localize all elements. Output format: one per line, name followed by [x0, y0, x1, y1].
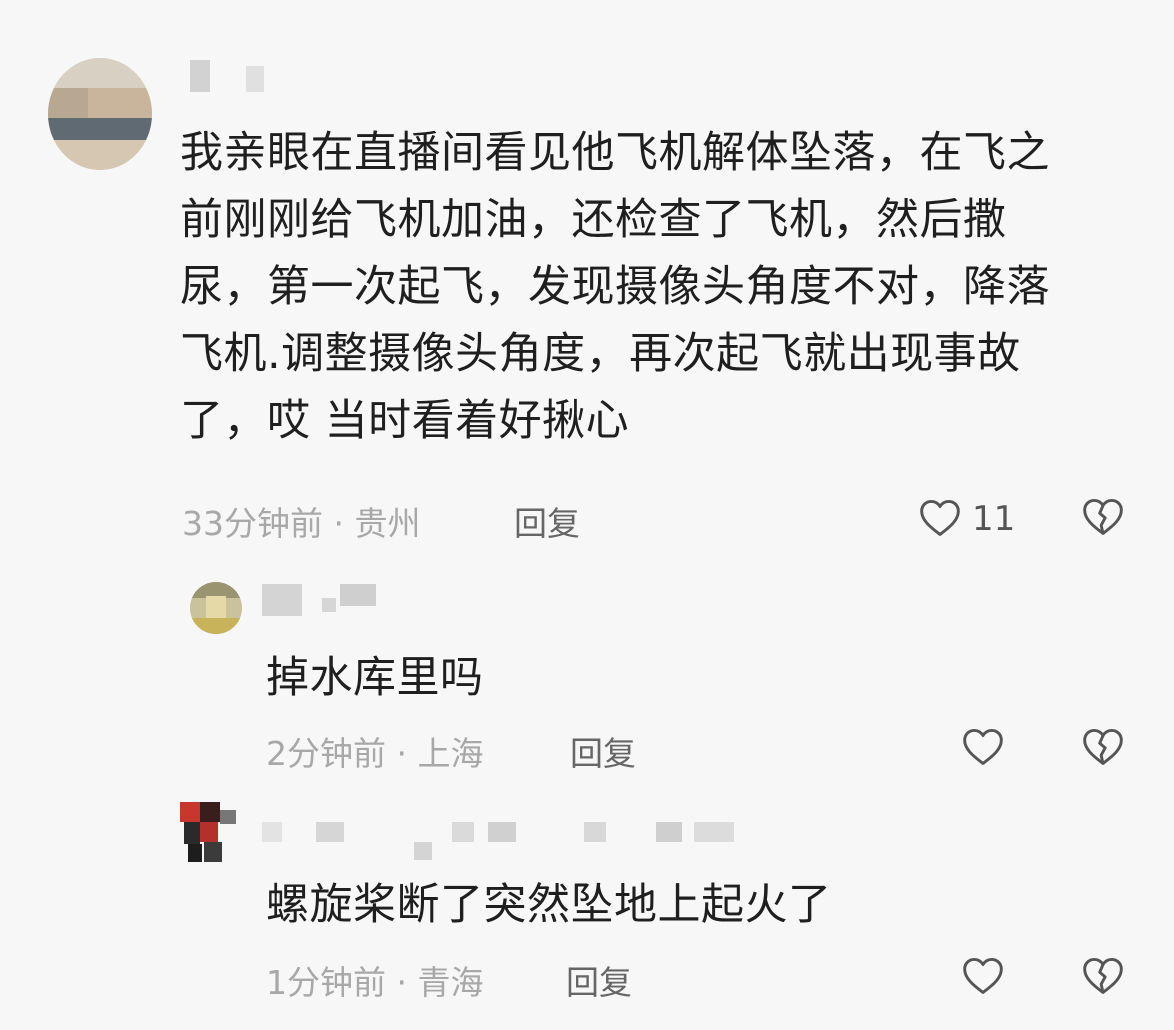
- broken-heart-icon: [1083, 498, 1123, 535]
- comment-meta: 1分钟前 · 青海: [266, 963, 484, 1002]
- username-blur-part: [414, 842, 432, 860]
- heart-outline-icon: [920, 499, 960, 536]
- comment-line: 螺旋桨断了突然坠地上起火了: [266, 880, 832, 930]
- username[interactable]: [262, 584, 302, 616]
- reply-button[interactable]: 回复: [514, 497, 580, 545]
- username-blur-part: [584, 822, 606, 842]
- comment-meta: 2分钟前 · 上海: [266, 734, 484, 773]
- comment-line: 我亲眼在直播间看见他飞机解体坠落，在飞之: [180, 128, 1050, 178]
- username-blur-part: [656, 822, 682, 842]
- username-blur-part: [694, 822, 734, 842]
- dislike-button[interactable]: [1081, 495, 1125, 537]
- username-blur-part: [246, 66, 264, 92]
- username-blur-part: [322, 598, 336, 612]
- username[interactable]: [262, 822, 282, 842]
- username[interactable]: [190, 60, 210, 92]
- username-blur-part: [340, 584, 376, 606]
- broken-heart-icon: [1083, 957, 1123, 994]
- dislike-button[interactable]: [1081, 954, 1125, 996]
- comment-text: 掉水库里吗: [266, 645, 484, 712]
- comment-meta: 33分钟前 · 贵州: [182, 504, 421, 543]
- comment-line: 前刚刚给飞机加油，还检查了飞机，然后撒: [180, 195, 1007, 245]
- reply-button[interactable]: 回复: [570, 727, 636, 775]
- comment-text: 我亲眼在直播间看见他飞机解体坠落，在飞之 前刚刚给飞机加油，还检查了飞机，然后撒…: [180, 120, 1140, 455]
- username-blur-part: [316, 822, 344, 842]
- like-count: 11: [972, 499, 1016, 539]
- avatar[interactable]: [48, 58, 152, 170]
- comment-line: 飞机.调整摄像头角度，再次起飞就出现事故: [180, 329, 1021, 379]
- dislike-button[interactable]: [1081, 725, 1125, 767]
- avatar[interactable]: [180, 802, 240, 862]
- comment-line: 了，哎 当时看着好揪心: [180, 396, 630, 446]
- heart-outline-icon: [963, 728, 1003, 765]
- like-button[interactable]: [961, 954, 1005, 996]
- avatar[interactable]: [190, 582, 242, 634]
- reply-button[interactable]: 回复: [566, 956, 632, 1004]
- username-blur-part: [452, 822, 474, 842]
- comment-text: 螺旋桨断了突然坠地上起火了: [266, 872, 832, 939]
- comment-line: 尿，第一次起飞，发现摄像头角度不对，降落: [180, 262, 1050, 312]
- like-button[interactable]: [918, 496, 962, 538]
- comment-line: 掉水库里吗: [266, 653, 484, 703]
- username-blur-part: [488, 822, 516, 842]
- heart-outline-icon: [963, 957, 1003, 994]
- broken-heart-icon: [1083, 728, 1123, 765]
- like-button[interactable]: [961, 725, 1005, 767]
